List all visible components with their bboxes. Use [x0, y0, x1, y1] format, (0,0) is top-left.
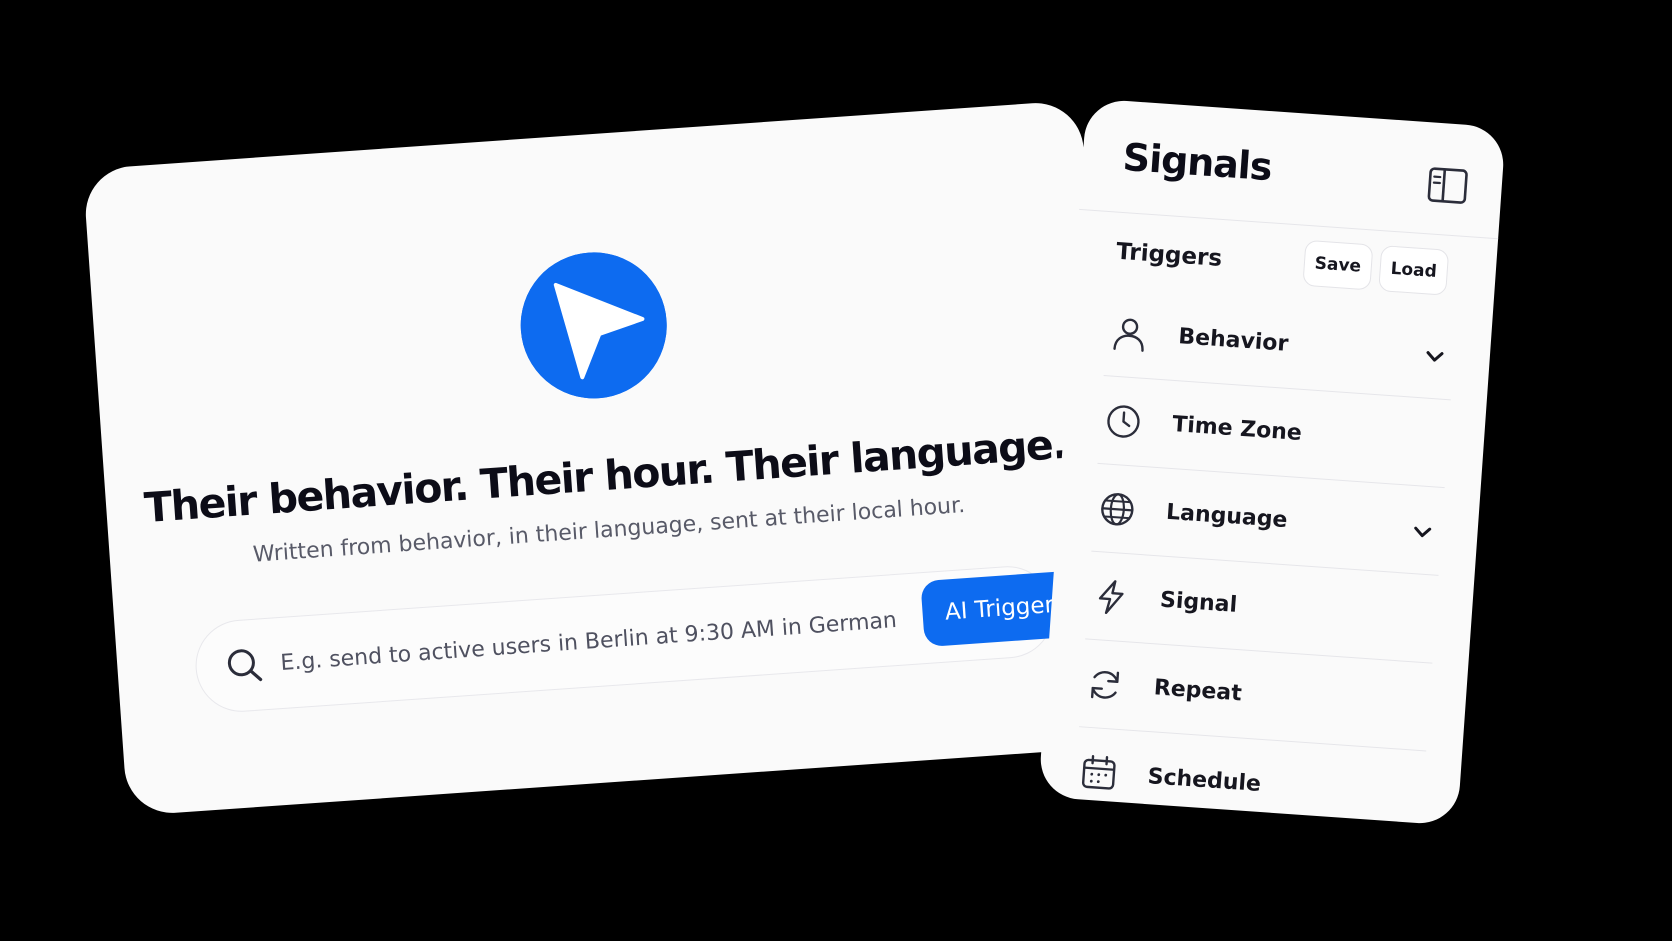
- trigger-label: Repeat: [1153, 675, 1243, 707]
- stage: Their behavior. Their hour. Their langua…: [0, 0, 1672, 941]
- clock-icon: [1103, 401, 1144, 442]
- load-button[interactable]: Load: [1378, 245, 1450, 296]
- lightning-bolt-icon: [1091, 576, 1132, 617]
- sidebar-toggle-button[interactable]: [1427, 166, 1469, 205]
- triggers-label: Triggers: [1115, 238, 1223, 272]
- signals-panel: Signals Triggers Save Load Behavior Time…: [1038, 98, 1506, 826]
- refresh-icon: [1085, 664, 1126, 705]
- chevron-down-icon[interactable]: [1411, 520, 1434, 543]
- trigger-label: Time Zone: [1171, 411, 1303, 446]
- save-button[interactable]: Save: [1302, 239, 1374, 291]
- sidebar-panel-icon: [1427, 166, 1469, 205]
- trigger-label: Language: [1165, 499, 1289, 534]
- trigger-label: Schedule: [1146, 763, 1262, 797]
- signals-header: Signals: [1079, 98, 1506, 240]
- navigation-arrow-icon: [515, 247, 672, 404]
- calendar-icon: [1079, 752, 1120, 793]
- signals-title: Signals: [1121, 134, 1274, 190]
- trigger-label: Behavior: [1177, 324, 1290, 357]
- trigger-label: Signal: [1159, 587, 1238, 618]
- chevron-down-icon[interactable]: [1423, 344, 1446, 367]
- search-icon: [223, 644, 266, 687]
- trigger-list: Behavior Time Zone Language Signal Repea…: [1073, 288, 1457, 839]
- search-bar[interactable]: AI Trigger: [192, 563, 1079, 715]
- hero-card: Their behavior. Their hour. Their langua…: [82, 99, 1126, 817]
- globe-icon: [1097, 489, 1138, 530]
- user-icon: [1109, 313, 1150, 354]
